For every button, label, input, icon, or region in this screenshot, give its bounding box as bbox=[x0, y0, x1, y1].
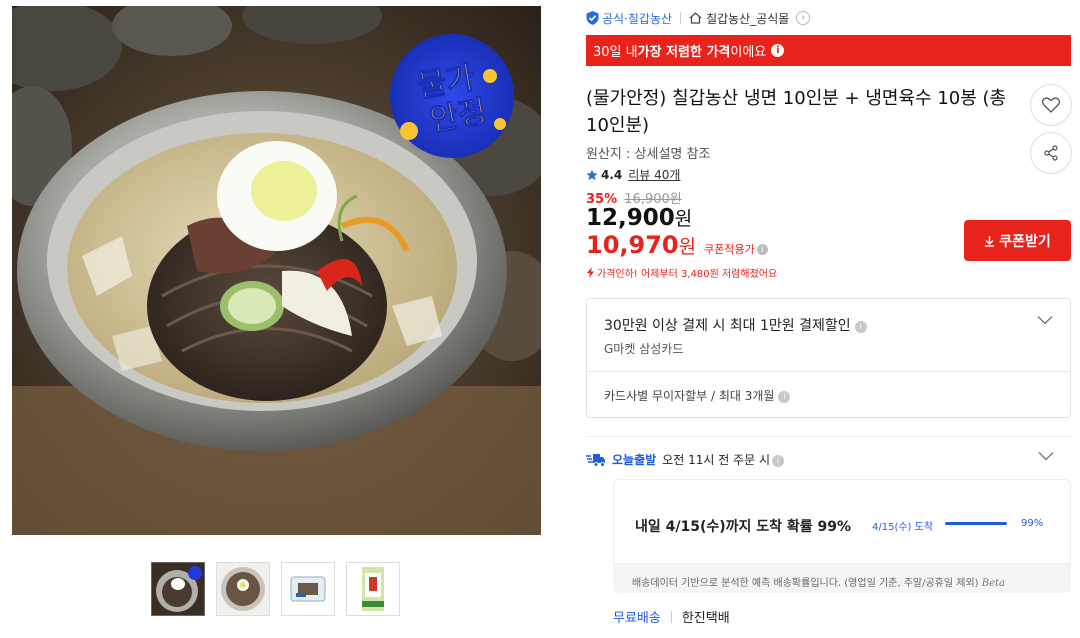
chevron-down-icon[interactable] bbox=[1038, 451, 1054, 461]
divider bbox=[680, 12, 682, 24]
coupon-button-label: 쿠폰받기 bbox=[999, 233, 1051, 250]
coupon-price-number: 10,970 bbox=[586, 231, 679, 259]
thumbnail-strip bbox=[151, 562, 400, 616]
coupon-price: 10,970원 bbox=[586, 231, 696, 259]
coupon-download-button[interactable]: 쿠폰받기 bbox=[964, 220, 1071, 261]
product-title: (물가안정) 칠갑농산 냉면 10인분 + 냉면육수 10봉 (총 10인분) bbox=[586, 88, 1007, 136]
origin-info: 원산지 : 상세설명 참조 bbox=[586, 147, 711, 162]
estimate-percent: 99% bbox=[1021, 518, 1044, 529]
estimate-date: 4/15(수) 도착 bbox=[872, 522, 934, 533]
seller-row: 공식·칠갑농산 칠갑농산_공식몰 › bbox=[586, 8, 811, 28]
thumbnail-3[interactable] bbox=[281, 562, 335, 616]
coupon-price-label-text: 쿠폰적용가 bbox=[704, 243, 755, 256]
download-icon bbox=[985, 235, 995, 247]
banner-suffix: 이에요 bbox=[730, 45, 767, 60]
official-seller-label: 공식·칠갑농산 bbox=[602, 11, 673, 26]
price-drop-note: 가격인하! 어제부터 3,480원 저렴해졌어요 bbox=[586, 265, 777, 280]
share-icon bbox=[1044, 145, 1058, 161]
home-icon bbox=[689, 12, 702, 24]
shield-check-icon bbox=[586, 11, 599, 25]
delivery-estimate-box: 내일 4/15(수)까지 도착 확률 99% 4/15(수) 도착 99% 배송… bbox=[613, 479, 1071, 593]
thumbnail-2[interactable] bbox=[216, 562, 270, 616]
installment-text: 카드사별 무이자할부 / 최대 3개월 bbox=[604, 389, 775, 403]
review-count-link[interactable]: 리뷰 40개 bbox=[628, 166, 680, 183]
today-dispatch-label: 오늘출발 bbox=[612, 453, 657, 467]
estimate-note-text: 배송데이터 기반으로 분석한 예측 배송확률입니다. (영업일 기준, 주말/공… bbox=[632, 578, 979, 589]
divider bbox=[670, 610, 672, 623]
shipping-fee: 무료배송 bbox=[613, 611, 661, 626]
official-seller-badge[interactable]: 공식·칠갑농산 bbox=[586, 10, 672, 27]
chevron-down-icon[interactable] bbox=[1037, 315, 1053, 325]
wishlist-button[interactable] bbox=[1030, 84, 1072, 126]
store-link[interactable]: 칠갑농산_공식몰 › bbox=[689, 10, 811, 27]
sale-price: 12,900원 bbox=[586, 204, 692, 231]
divider bbox=[586, 436, 1071, 437]
coupon-price-row: 10,970원 쿠폰적용가 i bbox=[586, 231, 768, 259]
store-name: 칠갑농산_공식몰 bbox=[706, 11, 790, 26]
delivery-row[interactable]: 오늘출발 오전 11시 전 주문 시i bbox=[586, 451, 1071, 468]
dispatch-cutoff: 오전 11시 전 주문 시i bbox=[662, 451, 784, 468]
card-benefit-title: 30만원 이상 결제 시 최대 1만원 결제할인 i bbox=[604, 315, 867, 335]
share-button[interactable] bbox=[1030, 132, 1072, 174]
dispatch-cutoff-text: 오전 11시 전 주문 시 bbox=[662, 453, 770, 467]
card-benefit-subtitle: G마켓 삼성카드 bbox=[604, 342, 684, 356]
estimate-progress-bar bbox=[945, 522, 1007, 525]
sale-price-unit: 원 bbox=[674, 208, 693, 230]
info-icon[interactable]: i bbox=[778, 390, 791, 403]
coupon-price-unit: 원 bbox=[678, 236, 697, 258]
beta-label: Beta bbox=[981, 578, 1005, 589]
price-drop-text: 가격인하! 어제부터 3,480원 저렴해졌어요 bbox=[597, 269, 778, 280]
main-product-image: 물가 안정 bbox=[12, 6, 541, 535]
sale-price-number: 12,900 bbox=[586, 205, 675, 231]
courier-name: 한진택배 bbox=[681, 611, 730, 626]
info-icon[interactable]: i bbox=[771, 454, 784, 467]
thumbnail-1[interactable] bbox=[151, 562, 205, 616]
shipping-row: 무료배송 한진택배 bbox=[613, 607, 730, 626]
estimate-note: 배송데이터 기반으로 분석한 예측 배송확률입니다. (영업일 기준, 주말/공… bbox=[632, 574, 1005, 589]
estimate-title: 내일 4/15(수)까지 도착 확률 99% bbox=[635, 519, 852, 535]
delivery-estimate-card: 내일 4/15(수)까지 도착 확률 99% 4/15(수) 도착 99% bbox=[613, 479, 1071, 564]
star-icon bbox=[586, 169, 598, 180]
rating-row: 4.4 리뷰 40개 bbox=[586, 166, 680, 183]
coupon-price-label: 쿠폰적용가 i bbox=[704, 241, 768, 257]
card-benefit-box[interactable]: 30만원 이상 결제 시 최대 1만원 결제할인 i G마켓 삼성카드 카드사별 … bbox=[586, 298, 1071, 418]
installment-info: 카드사별 무이자할부 / 최대 3개월 i bbox=[604, 387, 791, 404]
lowest-price-banner: 30일 내 가장 저렴한 가격 이에요 i bbox=[586, 35, 1071, 66]
divider bbox=[587, 371, 1070, 372]
info-icon[interactable]: i bbox=[771, 44, 785, 57]
product-info-panel: 공식·칠갑농산 칠갑농산_공식몰 › 30일 내 가장 저렴한 가격 이에요 i… bbox=[586, 0, 1072, 638]
fast-truck-icon bbox=[586, 453, 605, 467]
banner-highlight: 가장 저렴한 가격 bbox=[637, 45, 731, 60]
rating-score: 4.4 bbox=[601, 167, 623, 182]
thumbnail-4[interactable] bbox=[346, 562, 400, 616]
info-icon[interactable]: i bbox=[756, 244, 768, 255]
card-benefit-title-text: 30만원 이상 결제 시 최대 1만원 결제할인 bbox=[604, 318, 851, 334]
lightning-icon bbox=[587, 267, 594, 278]
info-icon[interactable]: i bbox=[854, 320, 867, 333]
chevron-right-icon: › bbox=[796, 11, 811, 25]
heart-icon bbox=[1042, 97, 1060, 113]
banner-prefix: 30일 내 bbox=[593, 45, 638, 60]
